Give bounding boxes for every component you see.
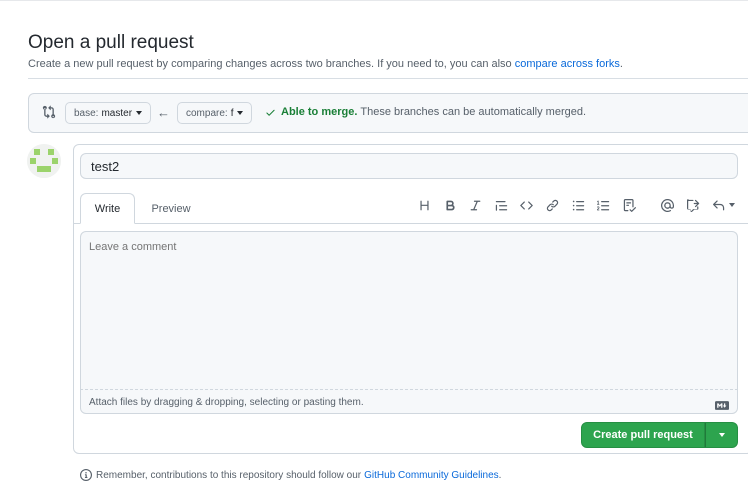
quote-icon[interactable] [493, 197, 509, 213]
attach-files-text: Attach files by dragging & dropping, sel… [89, 397, 364, 408]
git-compare-icon [42, 105, 56, 119]
base-branch-value: master [101, 107, 133, 119]
reference-icon[interactable] [685, 197, 701, 213]
tab-write[interactable]: Write [80, 193, 135, 224]
page-subtitle: Create a new pull request by comparing c… [28, 58, 623, 70]
create-pull-request-button[interactable]: Create pull request [581, 422, 705, 448]
markdown-icon[interactable] [715, 397, 729, 410]
title-input[interactable] [80, 153, 738, 179]
subtitle-end: . [619, 58, 623, 70]
base-prefix: base: [74, 107, 99, 119]
unordered-list-icon[interactable] [570, 197, 586, 213]
guidelines-end: . [498, 469, 502, 481]
chevron-down-icon [237, 111, 244, 115]
merge-status: Able to merge. These branches can be aut… [265, 106, 586, 118]
avatar[interactable] [27, 144, 61, 178]
heading-icon[interactable] [416, 197, 432, 213]
info-icon [80, 469, 92, 481]
task-list-icon[interactable] [621, 197, 637, 213]
mention-icon[interactable] [659, 197, 675, 213]
compare-branch-select[interactable]: compare: f [177, 102, 253, 124]
link-icon[interactable] [544, 197, 560, 213]
tab-preview[interactable]: Preview [142, 193, 200, 224]
page-title: Open a pull request [28, 32, 194, 53]
attach-files-area[interactable]: Attach files by dragging & dropping, sel… [80, 389, 738, 414]
chevron-down-icon [718, 433, 725, 437]
chevron-down-icon [728, 203, 735, 207]
subtitle-text: Create a new pull request by comparing c… [28, 58, 512, 70]
create-options-dropdown[interactable] [705, 422, 738, 448]
merge-status-label: Able to merge. [281, 106, 358, 118]
code-icon[interactable] [518, 197, 534, 213]
italic-icon[interactable] [467, 197, 483, 213]
comment-textarea[interactable] [80, 231, 738, 390]
header-divider [28, 78, 748, 79]
compare-forks-link[interactable]: compare across forks [515, 58, 620, 70]
bold-icon[interactable] [442, 197, 458, 213]
arrow-left-icon: ← [157, 105, 170, 120]
chevron-down-icon [136, 111, 143, 115]
top-divider [0, 0, 748, 1]
reply-icon[interactable] [710, 197, 736, 213]
guidelines-note: Remember, contributions to this reposito… [80, 469, 501, 481]
compare-branch-value: f [230, 107, 234, 119]
check-icon [266, 109, 275, 116]
community-guidelines-link[interactable]: GitHub Community Guidelines [364, 470, 499, 481]
ordered-list-icon[interactable] [595, 197, 611, 213]
merge-status-detail: These branches can be automatically merg… [360, 106, 587, 118]
guidelines-text: Remember, contributions to this reposito… [96, 469, 362, 481]
compare-prefix: compare: [186, 107, 228, 119]
base-branch-select[interactable]: base: master [65, 102, 152, 124]
